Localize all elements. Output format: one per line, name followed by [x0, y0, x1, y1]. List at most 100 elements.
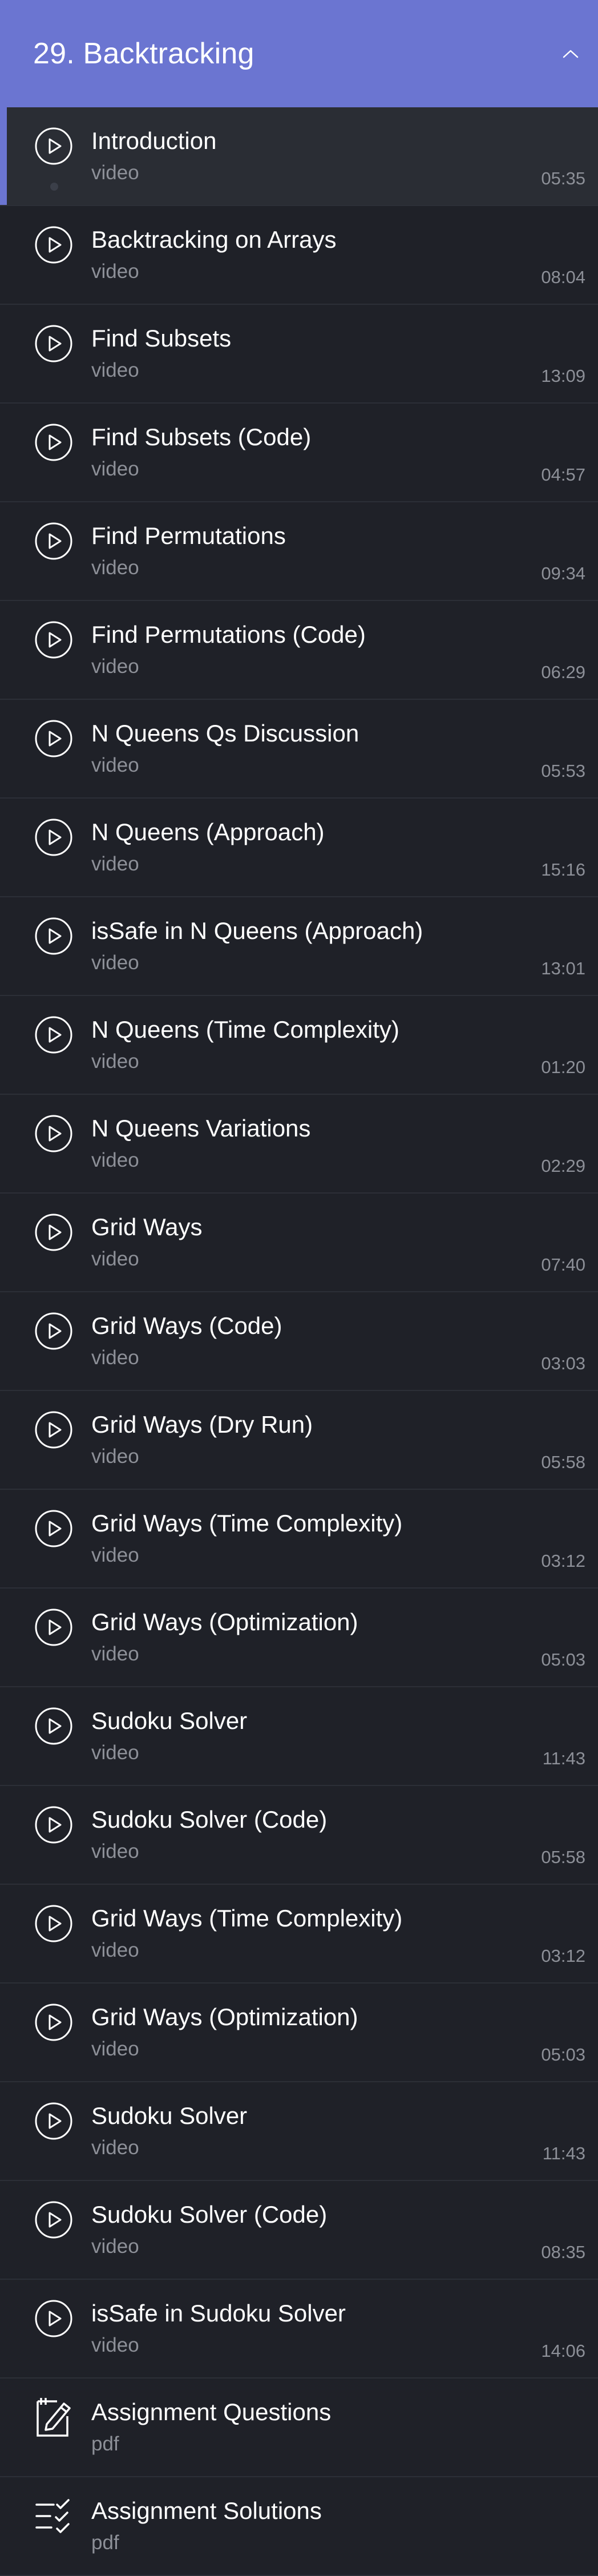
play-icon: [33, 817, 74, 858]
lecture-item[interactable]: N Queens Qs Discussion video 05:53: [0, 700, 598, 799]
lecture-title: Find Permutations: [91, 522, 286, 549]
lecture-duration: 14:06: [541, 2341, 585, 2361]
lecture-item[interactable]: N Queens (Approach) video 15:16: [0, 799, 598, 897]
lecture-duration: 11:43: [542, 2143, 585, 2163]
lecture-title: isSafe in N Queens (Approach): [91, 917, 423, 944]
lecture-type: video: [91, 1347, 139, 1369]
lecture-title: N Queens (Approach): [91, 819, 325, 845]
lecture-duration: 05:53: [541, 761, 585, 781]
lecture-item[interactable]: N Queens Variations video 02:29: [0, 1095, 598, 1194]
lecture-duration: 15:16: [541, 860, 585, 880]
lecture-title: Introduction: [91, 127, 217, 154]
lecture-title: Sudoku Solver (Code): [91, 1806, 328, 1833]
lecture-item[interactable]: Sudoku Solver video 11:43: [0, 2082, 598, 2181]
lecture-title: Find Subsets: [91, 325, 232, 352]
lecture-title: Grid Ways (Optimization): [91, 1609, 358, 1635]
lecture-type: video: [91, 2334, 139, 2356]
lecture-item[interactable]: Grid Ways (Dry Run) video 05:58: [0, 1391, 598, 1490]
lecture-item[interactable]: isSafe in N Queens (Approach) video 13:01: [0, 897, 598, 996]
edit-document-icon: [33, 2397, 74, 2438]
lecture-type: video: [91, 1643, 139, 1665]
play-icon: [33, 916, 74, 957]
lecture-item[interactable]: Grid Ways (Optimization) video 05:03: [0, 1984, 598, 2082]
lecture-title: Backtracking on Arrays: [91, 226, 337, 253]
play-icon: [33, 1014, 74, 1055]
lecture-type: pdf: [91, 2531, 119, 2554]
lecture-type: video: [91, 162, 139, 184]
lecture-duration: 05:58: [541, 1847, 585, 1867]
lecture-item[interactable]: Introduction video 05:35: [0, 107, 598, 206]
lecture-item[interactable]: N Queens (Time Complexity) video 01:20: [0, 996, 598, 1095]
lecture-title: Grid Ways (Time Complexity): [91, 1905, 403, 1932]
lecture-item[interactable]: Find Permutations (Code) video 06:29: [0, 601, 598, 700]
lecture-type: video: [91, 952, 139, 974]
lecture-title: isSafe in Sudoku Solver: [91, 2300, 346, 2327]
lecture-type: video: [91, 359, 139, 381]
lecture-type: video: [91, 1050, 139, 1073]
lecture-item[interactable]: Find Subsets (Code) video 04:57: [0, 404, 598, 502]
lecture-type: video: [91, 1248, 139, 1270]
play-icon: [33, 224, 74, 265]
lecture-duration: 02:29: [541, 1156, 585, 1176]
play-icon: [33, 1706, 74, 1747]
lecture-item[interactable]: Find Subsets video 13:09: [0, 305, 598, 404]
section-header[interactable]: 29. Backtracking: [0, 0, 598, 107]
play-icon: [33, 1903, 74, 1944]
lecture-type: pdf: [91, 2433, 119, 2455]
lecture-title: Grid Ways: [91, 1214, 203, 1240]
lecture-item[interactable]: Grid Ways (Time Complexity) video 03:12: [0, 1885, 598, 1984]
play-icon: [33, 2101, 74, 2142]
play-icon: [33, 1508, 74, 1549]
lecture-title: Find Permutations (Code): [91, 621, 366, 648]
lecture-duration: 05:03: [541, 1650, 585, 1670]
play-icon: [33, 1212, 74, 1253]
play-icon: [33, 422, 74, 463]
play-icon: [33, 2199, 74, 2240]
lecture-title: Sudoku Solver: [91, 1707, 248, 1734]
lecture-type: video: [91, 853, 139, 875]
lecture-item[interactable]: Assignment Solutions pdf: [0, 2477, 598, 2576]
lecture-item[interactable]: Find Permutations video 09:34: [0, 502, 598, 601]
lecture-type: video: [91, 1741, 139, 1764]
lecture-type: video: [91, 458, 139, 480]
play-icon: [33, 1311, 74, 1352]
lecture-duration: 06:29: [541, 662, 585, 682]
play-icon: [33, 619, 74, 660]
lecture-title: Sudoku Solver (Code): [91, 2201, 328, 2228]
lecture-type: video: [91, 1544, 139, 1566]
lecture-item[interactable]: Sudoku Solver (Code) video 08:35: [0, 2181, 598, 2280]
play-icon: [33, 126, 74, 191]
lecture-title: Sudoku Solver: [91, 2102, 248, 2129]
play-icon: [33, 2002, 74, 2043]
lecture-type: video: [91, 1939, 139, 1961]
play-icon: [33, 1804, 74, 1845]
lecture-item[interactable]: isSafe in Sudoku Solver video 14:06: [0, 2280, 598, 2379]
play-icon: [33, 718, 74, 759]
lecture-duration: 11:43: [542, 1748, 585, 1768]
lecture-duration: 08:04: [541, 267, 585, 287]
lecture-type: video: [91, 655, 139, 678]
lecture-type: video: [91, 1445, 139, 1468]
lecture-duration: 04:57: [541, 465, 585, 485]
lecture-type: video: [91, 2136, 139, 2159]
lecture-duration: 03:12: [541, 1946, 585, 1966]
play-icon: [33, 521, 74, 562]
lecture-item[interactable]: Sudoku Solver video 11:43: [0, 1687, 598, 1786]
lecture-item[interactable]: Sudoku Solver (Code) video 05:58: [0, 1786, 598, 1885]
lecture-type: video: [91, 260, 139, 283]
lecture-title: Grid Ways (Code): [91, 1312, 282, 1339]
section-title: 29. Backtracking: [33, 37, 254, 70]
lecture-item[interactable]: Grid Ways (Time Complexity) video 03:12: [0, 1490, 598, 1589]
lecture-item[interactable]: Backtracking on Arrays video 08:04: [0, 206, 598, 305]
lecture-item[interactable]: Grid Ways video 07:40: [0, 1194, 598, 1292]
lecture-item[interactable]: Grid Ways (Optimization) video 05:03: [0, 1589, 598, 1687]
lecture-duration: 05:58: [541, 1452, 585, 1472]
lecture-title: Assignment Questions: [91, 2398, 332, 2425]
chevron-up-icon[interactable]: [559, 42, 582, 65]
progress-dot: [50, 183, 58, 191]
lecture-item[interactable]: Grid Ways (Code) video 03:03: [0, 1292, 598, 1391]
lecture-type: video: [91, 2235, 139, 2257]
lecture-title: Grid Ways (Optimization): [91, 2003, 358, 2030]
lecture-item[interactable]: Assignment Questions pdf: [0, 2379, 598, 2477]
lecture-title: Grid Ways (Time Complexity): [91, 1510, 403, 1537]
